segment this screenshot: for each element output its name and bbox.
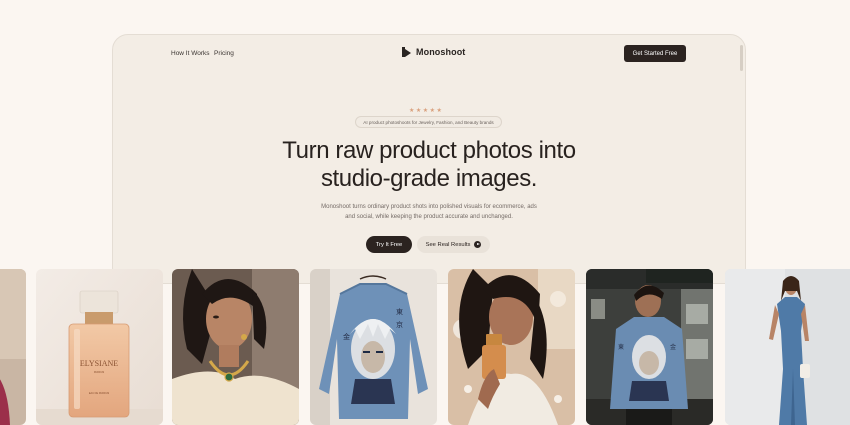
gallery-image-perfume[interactable]: ELYSIANE PARFUM EAU DE PARFUM: [36, 269, 163, 425]
logo-icon: [402, 47, 411, 57]
hero-frame: How It Works Pricing Monoshoot Get Start…: [112, 34, 746, 284]
get-started-button[interactable]: Get Started Free: [624, 45, 686, 62]
nav-pricing[interactable]: Pricing: [214, 50, 234, 57]
subtext-line-1: Monoshoot turns ordinary product shots i…: [321, 204, 537, 210]
brand-logo[interactable]: Monoshoot: [402, 47, 465, 57]
nav-how-it-works[interactable]: How It Works: [171, 50, 210, 57]
top-nav: How It Works Pricing Monoshoot Get Start…: [113, 35, 745, 75]
rating-stars-icon: ★★★★★: [409, 108, 444, 114]
svg-text:京: 京: [396, 320, 403, 329]
svg-text:東: 東: [618, 343, 624, 351]
try-free-button[interactable]: Try It Free: [366, 236, 412, 253]
svg-text:金: 金: [343, 332, 350, 341]
brand-name: Monoshoot: [416, 47, 466, 57]
see-results-label: See Real Results: [425, 241, 471, 248]
subtext-line-2: and social, while keeping the product ac…: [345, 214, 513, 220]
gallery-image-blue-dress[interactable]: [725, 269, 850, 425]
hero-headline: Turn raw product photos into studio-grad…: [113, 137, 745, 193]
gallery-image-denim-jacket[interactable]: 東 京 金: [310, 269, 437, 425]
svg-text:東: 東: [396, 307, 403, 316]
tagline-pill: AI product photoshoots for Jewelry, Fash…: [355, 116, 502, 128]
image-gallery: ELYSIANE PARFUM EAU DE PARFUM 東 京 金 東 金: [0, 269, 850, 425]
perfume-sub-text: PARFUM: [94, 371, 104, 374]
perfume-brand-text: ELYSIANE: [80, 359, 118, 368]
perfume-note-text: EAU DE PARFUM: [89, 392, 109, 395]
gallery-image-jewelry[interactable]: [172, 269, 299, 425]
hero-subtext: Monoshoot turns ordinary product shots i…: [300, 202, 558, 222]
headline-line-2: studio-grade images.: [320, 165, 538, 192]
see-results-button[interactable]: See Real Results: [417, 236, 490, 253]
gallery-image-partial[interactable]: [0, 269, 26, 425]
headline-line-1: Turn raw product photos into: [282, 137, 576, 164]
svg-text:金: 金: [670, 343, 676, 351]
play-icon: [474, 241, 482, 248]
gallery-image-subway-model[interactable]: 東 金: [586, 269, 713, 425]
gallery-image-perfume-model[interactable]: [448, 269, 575, 425]
